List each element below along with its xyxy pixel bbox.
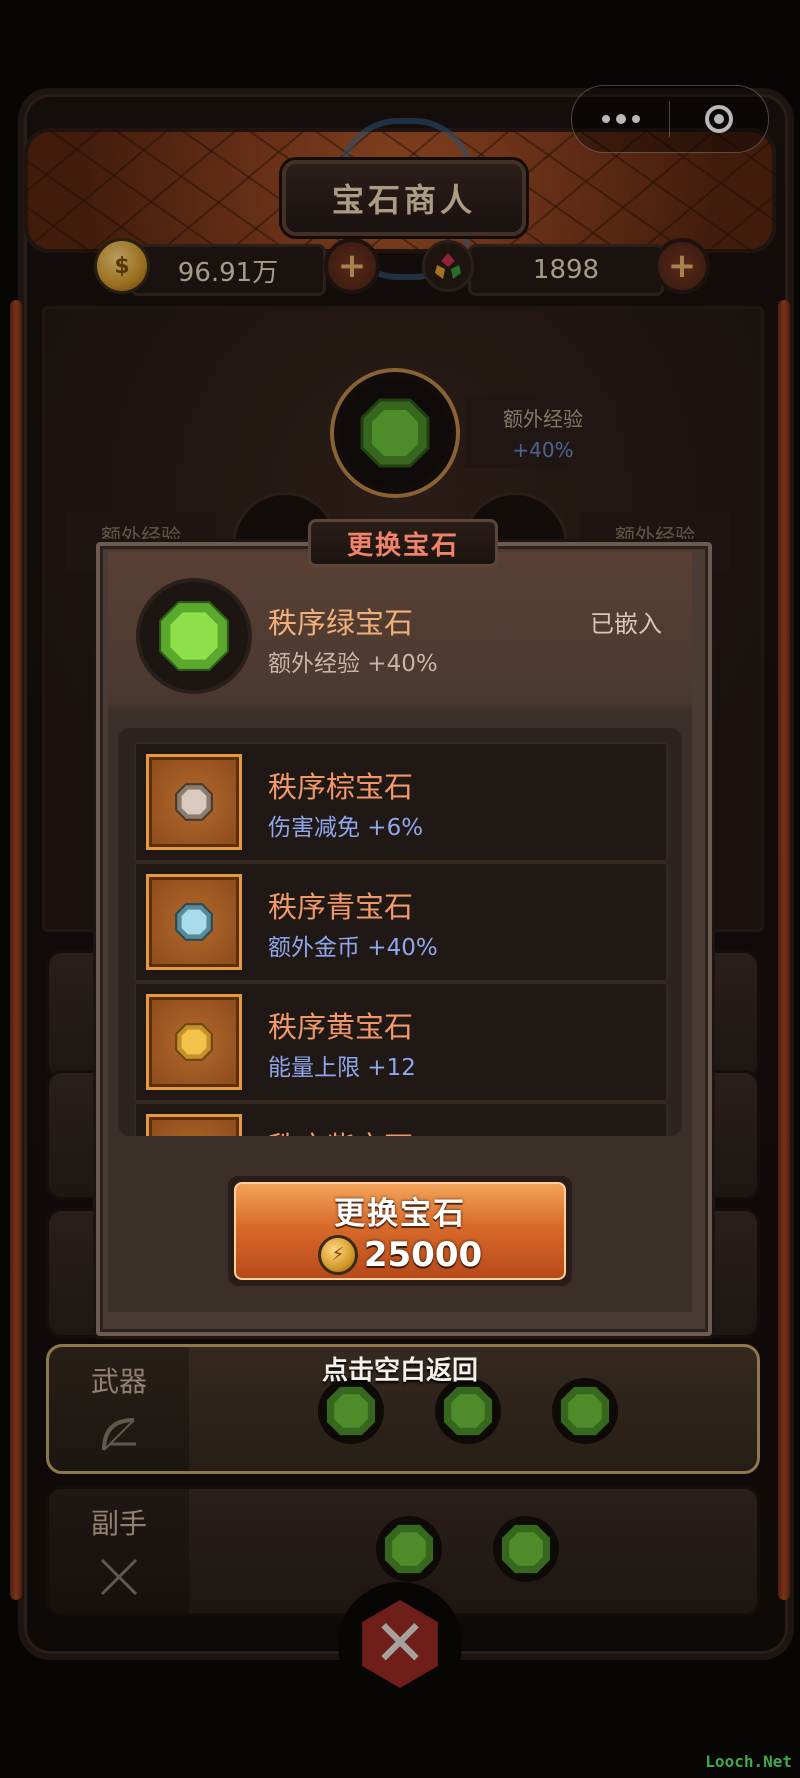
modal-title: 更换宝石 [308, 519, 498, 567]
gem-option-name: 秩序青宝石 [268, 890, 414, 924]
tap-blank-to-return-hint: 点击空白返回 [321, 1356, 478, 1386]
swap-gem-button-face: 更换宝石 ⚡ 25000 [234, 1182, 566, 1280]
energy-coin-icon: ⚡ [317, 1234, 358, 1275]
gem-icon-frame [146, 874, 242, 970]
current-gem-name: 秩序绿宝石 [268, 606, 414, 640]
current-gem-effect: 额外经验 +40% [268, 651, 438, 677]
swap-cost: 25000 [363, 1234, 483, 1275]
current-gem-icon-frame [136, 578, 252, 694]
gem-option-item[interactable]: 秩序青宝石 额外金币 +40% [134, 862, 668, 982]
gem-option-item[interactable]: 秩序棕宝石 伤害减免 +6% [134, 742, 668, 862]
gem-option-effect: 伤害减免 +6% [268, 815, 424, 841]
yellow-gem-icon [175, 1023, 213, 1061]
green-gem-icon [159, 601, 229, 671]
gem-option-item[interactable]: 秩序紫宝石 [134, 1102, 668, 1136]
gem-option-name: 秩序黄宝石 [268, 1010, 414, 1044]
gem-icon-frame [146, 994, 242, 1090]
cyan-gem-icon [175, 903, 213, 941]
brown-gem-icon [175, 783, 213, 821]
gem-icon-frame [146, 754, 242, 850]
gem-icon-frame [146, 1114, 242, 1136]
swap-cost-row: ⚡ 25000 [317, 1234, 483, 1275]
gem-option-list[interactable]: 秩序棕宝石 伤害减免 +6% 秩序青宝石 额外金币 +40% 秩序黄宝石 能量上… [118, 728, 682, 1136]
gem-option-effect: 额外金币 +40% [268, 935, 438, 961]
watermark: Looch.Net [705, 1752, 792, 1771]
gem-option-name: 秩序棕宝石 [268, 770, 414, 804]
gem-option-item[interactable]: 秩序黄宝石 能量上限 +12 [134, 982, 668, 1102]
gem-option-effect: 能量上限 +12 [268, 1055, 416, 1081]
gem-option-name: 秩序紫宝石 [268, 1124, 413, 1136]
swap-gem-button[interactable]: 更换宝石 ⚡ 25000 [228, 1176, 572, 1286]
current-gem-status: 已嵌入 [590, 610, 662, 638]
swap-gem-button-label: 更换宝石 [334, 1195, 466, 1232]
